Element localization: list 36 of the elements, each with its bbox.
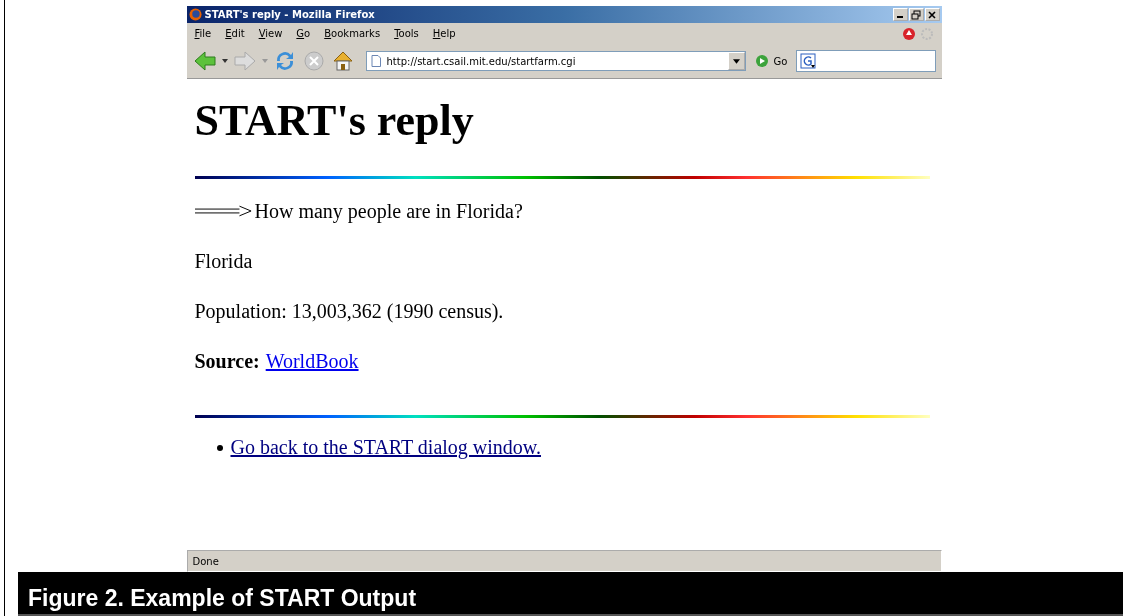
- menu-item[interactable]: Go: [296, 28, 311, 39]
- source-label: Source:: [194, 350, 260, 372]
- minimize-button[interactable]: [892, 8, 908, 21]
- address-field[interactable]: http://start.csail.mit.edu/startfarm.cgi: [365, 51, 746, 71]
- search-engine-icon: [800, 53, 817, 69]
- source-link[interactable]: WorldBook: [265, 350, 359, 372]
- go-button[interactable]: Go: [750, 54, 792, 68]
- bullet-icon: [216, 444, 223, 451]
- menu-item[interactable]: View: [258, 28, 283, 39]
- play-icon: [754, 54, 769, 68]
- menu-item[interactable]: Bookmarks: [324, 28, 381, 39]
- question-text: How many people are in Florida?: [254, 199, 523, 223]
- alert-icon: [901, 26, 916, 41]
- restore-button[interactable]: [908, 8, 924, 21]
- status-text: Done: [192, 555, 219, 567]
- arrow-icon: [194, 204, 253, 218]
- minimize-icon: [897, 16, 903, 18]
- window-title: START's reply - Mozilla Firefox: [204, 9, 376, 20]
- close-icon: [927, 9, 937, 20]
- menu-item[interactable]: Edit: [225, 28, 245, 39]
- menu-item[interactable]: Help: [432, 28, 456, 39]
- caret-icon: [732, 58, 740, 64]
- dropdown-icon[interactable]: [221, 59, 228, 63]
- search-field[interactable]: [796, 50, 936, 72]
- page-heading: START's reply: [194, 95, 475, 146]
- menu-item[interactable]: Tools: [394, 28, 419, 39]
- back-link[interactable]: Go back to the START dialog window.: [230, 436, 541, 459]
- throbber-icon: [919, 26, 934, 41]
- entity-text: Florida: [194, 249, 254, 273]
- close-button[interactable]: [924, 8, 940, 21]
- dropdown-button[interactable]: [727, 52, 745, 70]
- fact-text: Population: 13,003,362 (1990 census).: [194, 299, 505, 323]
- restore-icon: [911, 9, 921, 20]
- page-icon: [370, 55, 381, 67]
- menu-item[interactable]: File: [194, 28, 212, 39]
- figure-caption: Figure 2. Example of START Output: [28, 584, 417, 612]
